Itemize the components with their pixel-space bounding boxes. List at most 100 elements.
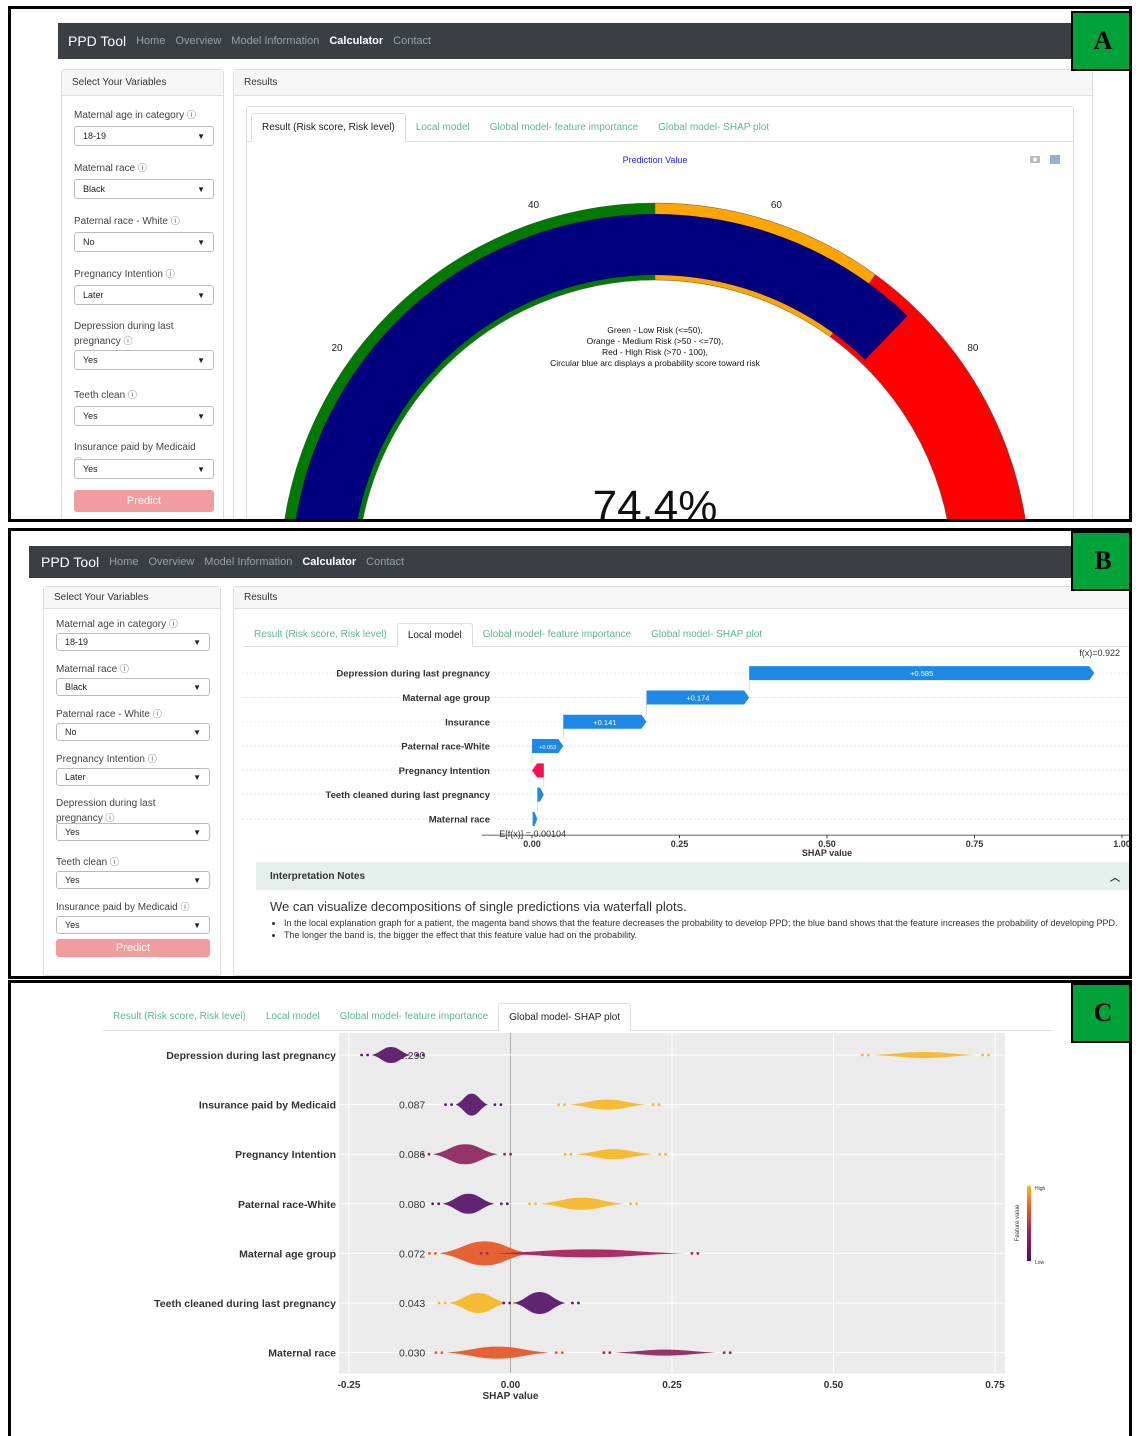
- chevron-up-icon[interactable]: ︿: [1110, 869, 1120, 884]
- info-icon[interactable]: ⓘ: [128, 390, 137, 400]
- variable-label: Pregnancy Intention ⓘ: [74, 267, 204, 282]
- nav-home[interactable]: Home: [136, 35, 165, 47]
- variable-select[interactable]: Yes ▼: [74, 350, 214, 370]
- variable-select[interactable]: Yes ▼: [74, 406, 214, 426]
- info-icon[interactable]: ⓘ: [110, 857, 119, 867]
- tab-feature-importance[interactable]: Global model- feature importance: [330, 1003, 498, 1030]
- tab-shap-plot[interactable]: Global model- SHAP plot: [498, 1003, 632, 1031]
- shap-point: [651, 1103, 655, 1106]
- feature-label: Maternal race: [268, 1348, 336, 1360]
- panel-letter-c: C: [1071, 983, 1129, 1043]
- tab-local-model[interactable]: Local model: [406, 113, 480, 141]
- info-icon[interactable]: ⓘ: [153, 709, 162, 719]
- variable-label: Maternal race ⓘ: [74, 161, 204, 176]
- info-icon[interactable]: ⓘ: [123, 336, 132, 346]
- predict-button[interactable]: Predict: [74, 490, 214, 512]
- info-icon[interactable]: ⓘ: [187, 110, 196, 120]
- nav-contact[interactable]: Contact: [366, 556, 404, 568]
- info-icon[interactable]: ⓘ: [169, 619, 178, 629]
- variable-label-text: Paternal race - White: [74, 216, 168, 227]
- nav-model-information[interactable]: Model Information: [231, 35, 319, 47]
- chart-icon-bg: [1050, 155, 1060, 164]
- nav-calculator[interactable]: Calculator: [329, 35, 383, 47]
- x-tick-label: 0.75: [966, 839, 984, 849]
- variable-label: Maternal age in category ⓘ: [56, 617, 200, 632]
- interpretation-header[interactable]: Interpretation Notes ︿: [256, 862, 1129, 890]
- shap-point: [366, 1053, 370, 1057]
- feature-label: Teeth cleaned during last pregnancy: [154, 1298, 336, 1310]
- feature-label: Pregnancy Intention: [399, 766, 491, 777]
- interpretation-lead: We can visualize decompositions of singl…: [270, 899, 687, 914]
- tab-feature-importance[interactable]: Global model- feature importance: [480, 113, 648, 141]
- mean-shap-value: 0.080: [399, 1199, 425, 1211]
- brand[interactable]: PPD Tool: [41, 554, 99, 570]
- tab-result[interactable]: Result (Risk score, Risk level): [251, 113, 406, 142]
- variable-select[interactable]: Yes ▼: [56, 916, 210, 934]
- info-icon[interactable]: ⓘ: [171, 216, 180, 226]
- variable-select[interactable]: 18-19 ▼: [56, 633, 210, 651]
- select-value: Yes: [65, 827, 80, 837]
- shap-point: [608, 1351, 612, 1354]
- interpretation-title: Interpretation Notes: [270, 870, 366, 882]
- variable-select[interactable]: No ▼: [56, 723, 210, 741]
- variable-select[interactable]: Later ▼: [56, 768, 210, 786]
- variable-select[interactable]: Black ▼: [74, 179, 214, 199]
- variable-select[interactable]: Yes ▼: [74, 459, 214, 479]
- nav-overview[interactable]: Overview: [175, 35, 221, 47]
- tab-shap-plot[interactable]: Global model- SHAP plot: [641, 623, 772, 646]
- gauge-legend-line: Circular blue arc displays a probability…: [550, 358, 760, 368]
- results-card: Results Result (Risk score, Risk level) …: [233, 69, 1093, 519]
- chevron-down-icon: ▼: [193, 637, 201, 647]
- brand[interactable]: PPD Tool: [68, 33, 126, 49]
- results-inner: Result (Risk score, Risk level) Local mo…: [246, 106, 1074, 519]
- interpretation-list: In the local explanation graph for a pat…: [284, 917, 1129, 941]
- waterfall-bar: [532, 763, 544, 778]
- results-title: Results: [234, 70, 1092, 96]
- tab-result[interactable]: Result (Risk score, Risk level): [103, 1003, 256, 1030]
- variable-label-text: Maternal race: [74, 163, 136, 174]
- gauge-legend-line: Green - Low Risk (<=50),: [607, 325, 702, 335]
- info-icon[interactable]: ⓘ: [166, 269, 175, 279]
- variable-label: Depression during last pregnancy ⓘ: [56, 797, 200, 826]
- variable-select[interactable]: 18-19 ▼: [74, 126, 214, 146]
- predict-button[interactable]: Predict: [56, 939, 210, 957]
- mean-shap-value: 0.086: [399, 1149, 425, 1161]
- nav-model-information[interactable]: Model Information: [204, 556, 292, 568]
- info-icon[interactable]: ⓘ: [148, 754, 157, 764]
- variable-label-text: Teeth clean: [56, 857, 108, 868]
- variable-label-text: Maternal race: [56, 664, 118, 675]
- info-icon[interactable]: ⓘ: [138, 163, 147, 173]
- gauge-chart: 20 40 60 80 Prediction Value Green - Low Risk…: [284, 155, 1060, 519]
- tab-feature-importance[interactable]: Global model- feature importance: [473, 623, 641, 646]
- info-icon[interactable]: ⓘ: [105, 813, 114, 823]
- shap-point: [557, 1103, 561, 1106]
- nav-calculator[interactable]: Calculator: [302, 556, 356, 568]
- variable-select[interactable]: Yes ▼: [56, 823, 210, 841]
- nav-contact[interactable]: Contact: [393, 35, 431, 47]
- nav-home[interactable]: Home: [109, 556, 138, 568]
- tab-local-model[interactable]: Local model: [396, 623, 473, 647]
- shap-point: [508, 1301, 512, 1305]
- nav-overview[interactable]: Overview: [148, 556, 194, 568]
- variable-select[interactable]: No ▼: [74, 232, 214, 252]
- variable-label: Teeth clean ⓘ: [56, 855, 200, 870]
- tab-local-model[interactable]: Local model: [256, 1003, 330, 1030]
- gauge-legend-line: Red - High Risk (>70 - 100),: [602, 347, 708, 357]
- chevron-down-icon: ▼: [197, 464, 205, 474]
- tab-result[interactable]: Result (Risk score, Risk level): [244, 623, 397, 646]
- shap-point: [981, 1053, 985, 1057]
- variable-select[interactable]: Black ▼: [56, 678, 210, 696]
- info-icon[interactable]: ⓘ: [181, 902, 190, 912]
- variable-select[interactable]: Yes ▼: [56, 871, 210, 889]
- shap-point: [635, 1202, 638, 1206]
- camera-icon: [1030, 156, 1040, 163]
- shap-summary-chart: Depression during last pregnancy 0.290Ins…: [154, 1033, 1046, 1402]
- tab-shap-plot[interactable]: Global model- SHAP plot: [648, 113, 779, 141]
- shap-point: [657, 1103, 661, 1106]
- variable-select[interactable]: Later ▼: [74, 285, 214, 305]
- info-icon[interactable]: ⓘ: [120, 664, 129, 674]
- results-tabs: Result (Risk score, Risk level) Local mo…: [244, 619, 1129, 647]
- select-value: 18-19: [65, 637, 89, 647]
- shap-point: [664, 1152, 668, 1156]
- shap-point: [428, 1252, 431, 1255]
